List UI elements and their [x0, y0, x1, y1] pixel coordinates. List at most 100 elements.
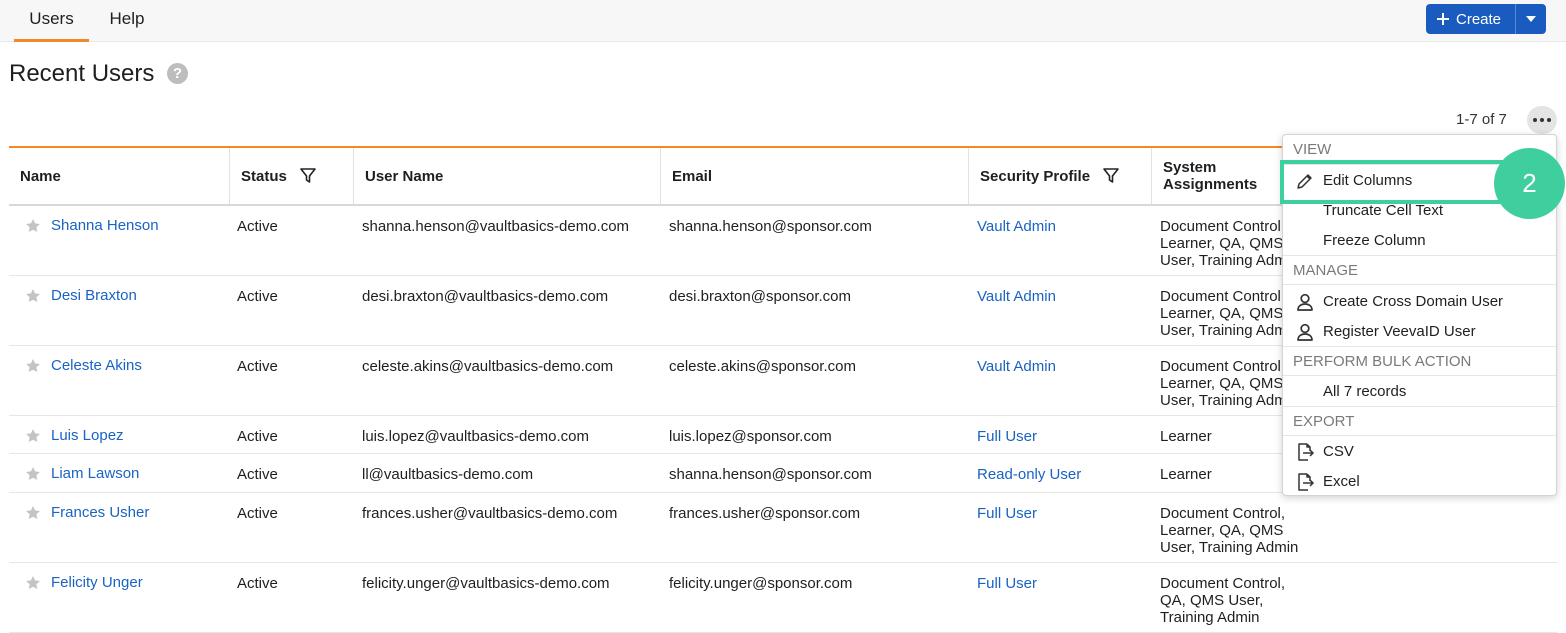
filter-icon[interactable] — [299, 167, 317, 185]
assignment-line: QA, QMS User, — [1160, 592, 1264, 609]
username-cell: celeste.akins@vaultbasics-demo.com — [362, 358, 614, 375]
security-profile-link[interactable]: Vault Admin — [977, 218, 1056, 235]
email-cell: luis.lopez@sponsor.com — [669, 428, 832, 445]
system-assignments-cell: Document Control, QA, QMS User, Training A… — [1160, 575, 1320, 626]
star-icon[interactable] — [25, 466, 41, 482]
menu-item-export-excel[interactable]: Excel — [1283, 466, 1556, 496]
assignment-line: User, Training Admin — [1160, 539, 1299, 556]
menu-item-label: Truncate Cell Text — [1323, 201, 1444, 219]
status-cell: Active — [237, 575, 278, 592]
page-title: Recent Users — [9, 60, 155, 87]
security-profile-link[interactable]: Vault Admin — [977, 358, 1056, 375]
column-label: Security Profile — [980, 167, 1091, 185]
menu-item-label: Create Cross Domain User — [1323, 292, 1504, 310]
table-row: Felicity Unger Active felicity.unger@vault… — [9, 563, 1557, 633]
user-name-link[interactable]: Felicity Unger — [51, 574, 143, 591]
user-name-link[interactable]: Luis Lopez — [51, 427, 124, 444]
menu-section-manage: MANAGE — [1283, 255, 1556, 285]
security-profile-link[interactable]: Full User — [977, 575, 1037, 592]
menu-item-register-veevaid-user[interactable]: Register VeevaID User — [1283, 316, 1556, 346]
column-label: Email — [672, 167, 713, 185]
column-label: System Assignments — [1163, 159, 1258, 193]
menu-item-export-csv[interactable]: CSV — [1283, 436, 1556, 466]
tab-help[interactable]: Help — [97, 0, 157, 42]
user-name-link[interactable]: Desi Braxton — [51, 287, 137, 304]
column-label: User Name — [365, 167, 444, 185]
assignment-line: Document Control, — [1160, 505, 1286, 522]
status-cell: Active — [237, 288, 278, 305]
export-icon — [1298, 443, 1315, 461]
security-profile-link[interactable]: Vault Admin — [977, 288, 1056, 305]
filter-icon[interactable] — [1102, 167, 1120, 185]
create-label: Create — [1456, 10, 1502, 28]
status-cell: Active — [237, 466, 278, 483]
column-header-username[interactable]: User Name — [354, 148, 661, 204]
column-header-name[interactable]: Name — [9, 148, 230, 204]
create-main-button[interactable]: Create — [1426, 4, 1515, 34]
menu-item-label: Register VeevaID User — [1323, 322, 1476, 340]
username-cell: desi.braxton@vaultbasics-demo.com — [362, 288, 609, 305]
dot-icon — [1533, 118, 1537, 122]
status-cell: Active — [237, 358, 278, 375]
dot-icon — [1547, 118, 1551, 122]
paging-count: 1-7 of 7 — [1456, 111, 1507, 128]
chevron-down-icon — [1526, 16, 1536, 22]
star-icon[interactable] — [25, 288, 41, 304]
email-cell: shanna.henson@sponsor.com — [669, 466, 872, 483]
more-actions-button[interactable] — [1527, 106, 1557, 134]
system-assignments-cell: Document Control, Learner, QA, QMS User, T… — [1160, 505, 1320, 556]
status-cell: Active — [237, 428, 278, 445]
username-cell: frances.usher@vaultbasics-demo.com — [362, 505, 618, 522]
security-profile-link[interactable]: Full User — [977, 428, 1037, 445]
assignment-line: Learner, QA, QMS — [1160, 522, 1284, 539]
email-cell: frances.usher@sponsor.com — [669, 505, 861, 522]
user-name-link[interactable]: Liam Lawson — [51, 465, 139, 482]
menu-section-export: EXPORT — [1283, 406, 1556, 436]
star-icon[interactable] — [25, 575, 41, 591]
table-row: Frances Usher Active frances.usher@vaultba… — [9, 493, 1557, 563]
assignment-line: Document Control, — [1160, 575, 1286, 592]
email-cell: celeste.akins@sponsor.com — [669, 358, 856, 375]
username-cell: shanna.henson@vaultbasics-demo.com — [362, 218, 630, 235]
status-cell: Active — [237, 218, 278, 235]
column-header-security-profile[interactable]: Security Profile — [969, 148, 1152, 204]
column-header-status[interactable]: Status — [230, 148, 354, 204]
assignment-line: Training Admin — [1160, 609, 1260, 626]
username-cell: ll@vaultbasics-demo.com — [362, 466, 534, 483]
menu-item-label: All 7 records — [1323, 382, 1407, 400]
menu-item-create-cross-domain-user[interactable]: Create Cross Domain User — [1283, 286, 1556, 316]
star-icon[interactable] — [25, 218, 41, 234]
plus-icon — [1437, 13, 1449, 25]
user-icon — [1297, 293, 1313, 311]
menu-item-freeze-column[interactable]: Freeze Column — [1283, 225, 1556, 255]
edit-columns-highlight — [1280, 160, 1512, 204]
star-icon[interactable] — [25, 428, 41, 444]
column-label: Name — [20, 167, 61, 185]
top-nav-bar: Users Help Create — [0, 0, 1566, 42]
menu-item-label: Freeze Column — [1323, 231, 1426, 249]
menu-item-label: CSV — [1323, 442, 1354, 460]
user-name-link[interactable]: Frances Usher — [51, 504, 149, 521]
menu-section-bulk-action: PERFORM BULK ACTION — [1283, 346, 1556, 376]
star-icon[interactable] — [25, 358, 41, 374]
username-cell: luis.lopez@vaultbasics-demo.com — [362, 428, 589, 445]
status-cell: Active — [237, 505, 278, 522]
create-dropdown-toggle[interactable] — [1515, 4, 1546, 34]
create-button[interactable]: Create — [1426, 4, 1546, 34]
user-icon — [1297, 323, 1313, 341]
email-cell: shanna.henson@sponsor.com — [669, 218, 872, 235]
security-profile-link[interactable]: Read-only User — [977, 466, 1081, 483]
tab-users[interactable]: Users — [14, 0, 89, 42]
dot-icon — [1540, 118, 1544, 122]
column-header-system-assignments[interactable]: System Assignments — [1152, 148, 1292, 204]
menu-item-label: Excel — [1323, 472, 1360, 490]
user-name-link[interactable]: Celeste Akins — [51, 357, 142, 374]
user-name-link[interactable]: Shanna Henson — [51, 217, 159, 234]
security-profile-link[interactable]: Full User — [977, 505, 1037, 522]
menu-item-all-records[interactable]: All 7 records — [1283, 376, 1556, 406]
username-cell: felicity.unger@vaultbasics-demo.com — [362, 575, 610, 592]
star-icon[interactable] — [25, 505, 41, 521]
help-icon[interactable]: ? — [167, 63, 188, 84]
column-header-email[interactable]: Email — [661, 148, 969, 204]
step-badge: 2 — [1494, 148, 1565, 219]
